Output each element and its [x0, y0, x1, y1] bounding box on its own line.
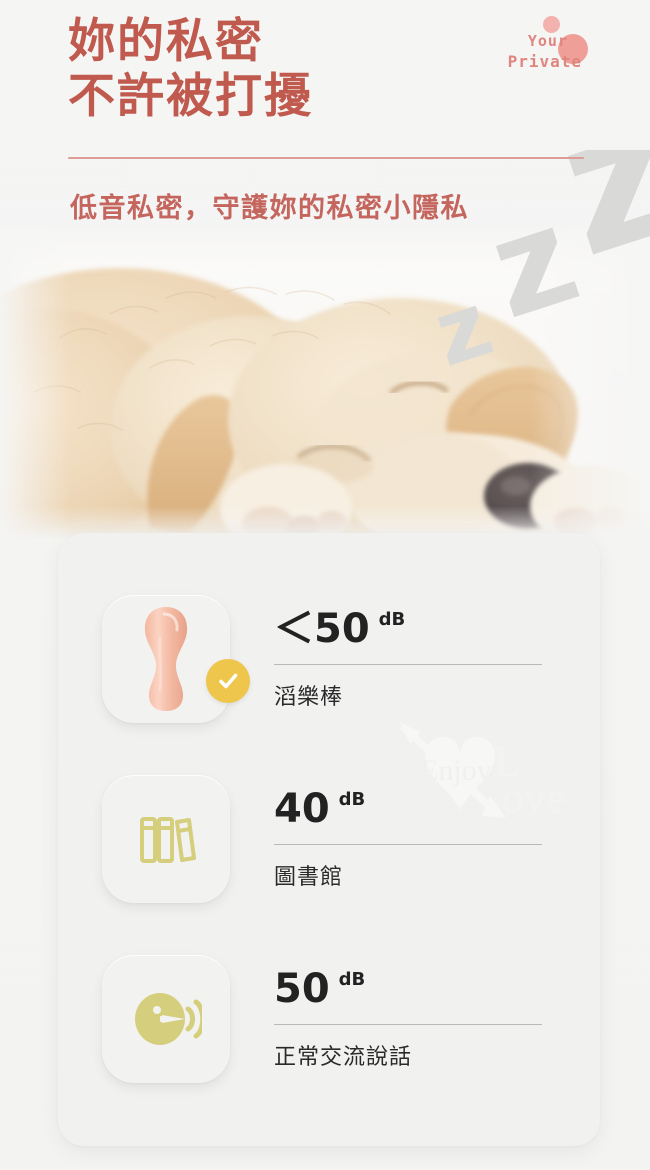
- sound-level-card: ＜50 dB 滔樂棒 40 dB 圖書館 50 dB 正常交流說話: [58, 533, 600, 1146]
- hero-fade-left: [0, 228, 70, 540]
- spec-row-library[interactable]: 40 dB 圖書館: [102, 775, 562, 903]
- spec-row-product[interactable]: ＜50 dB 滔樂棒: [102, 595, 562, 723]
- promo-page: 妳的私密 不許被打擾 低音私密，守護妳的私密小隱私 Your Private ＜…: [0, 0, 650, 1170]
- row-divider-product: [274, 664, 542, 665]
- logo-text-private: Private: [507, 52, 582, 71]
- row-label-library: 圖書館: [274, 865, 344, 890]
- page-title: 妳的私密 不許被打擾: [68, 14, 528, 124]
- logo-dot-small-icon: [543, 16, 560, 33]
- db-unit-library: dB: [338, 789, 366, 810]
- row-divider-conversation: [274, 1024, 542, 1025]
- books-icon: [140, 817, 196, 863]
- db-value-product: ＜50: [274, 606, 370, 652]
- conversation-icon-tile[interactable]: [102, 955, 230, 1083]
- db-unit-product: dB: [378, 609, 406, 630]
- page-header: 妳的私密 不許被打擾 低音私密，守護妳的私密小隱私 Your Private: [0, 0, 650, 240]
- spec-row-conversation[interactable]: 50 dB 正常交流說話: [102, 955, 562, 1083]
- row-divider-library: [274, 844, 542, 845]
- db-line-conversation: 50 dB: [274, 967, 562, 1015]
- page-title-line-1: 妳的私密: [68, 14, 264, 69]
- check-icon: [219, 673, 238, 689]
- selected-check-badge: [206, 659, 250, 703]
- db-value-conversation: 50: [274, 966, 330, 1012]
- speaking-face-icon: [135, 993, 202, 1045]
- spec-text-product: ＜50 dB 滔樂棒: [274, 607, 562, 711]
- page-title-line-2: 不許被打擾: [68, 68, 313, 124]
- page-subtitle: 低音私密，守護妳的私密小隱私: [70, 193, 469, 224]
- product-icon-tile[interactable]: [102, 595, 250, 723]
- row-label-conversation: 正常交流說話: [274, 1045, 413, 1070]
- db-line-product: ＜50 dB: [274, 607, 562, 655]
- massager-wand-icon: [144, 607, 188, 711]
- db-unit-conversation: dB: [338, 969, 366, 990]
- library-icon-tile[interactable]: [102, 775, 230, 903]
- db-value-library: 40: [274, 786, 330, 832]
- header-divider: [68, 157, 584, 159]
- brand-logo: Your Private: [476, 16, 588, 78]
- hero-photo: [0, 228, 650, 540]
- spec-text-library: 40 dB 圖書館: [274, 787, 562, 891]
- hero-fade-right: [530, 228, 650, 540]
- db-line-library: 40 dB: [274, 787, 562, 835]
- row-label-product: 滔樂棒: [274, 685, 344, 710]
- logo-text-your: Your: [527, 32, 568, 50]
- spec-text-conversation: 50 dB 正常交流說話: [274, 967, 562, 1071]
